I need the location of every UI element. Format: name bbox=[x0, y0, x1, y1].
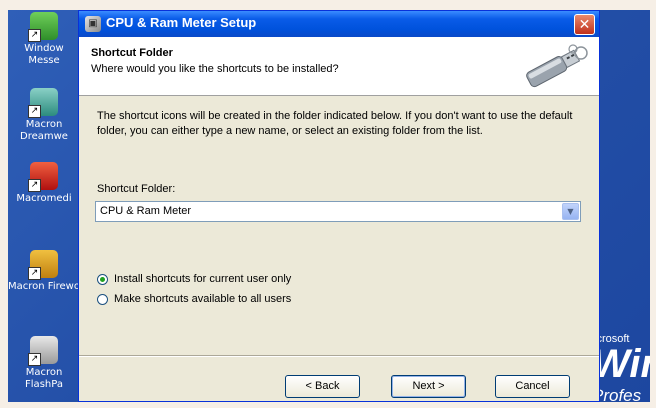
desktop-icon-label: Macron FlashPa bbox=[25, 367, 63, 390]
msn-icon: ↗ bbox=[28, 12, 58, 42]
flash-icon: ↗ bbox=[28, 162, 58, 192]
radio-label: Make shortcuts available to all users bbox=[114, 293, 292, 305]
dialog-header: Shortcut Folder Where would you like the… bbox=[79, 37, 599, 96]
header-title: Shortcut Folder bbox=[91, 47, 173, 59]
window-title: CPU & Ram Meter Setup bbox=[106, 15, 257, 30]
windows-xp-branding: icrosoft Win Profes bbox=[592, 328, 650, 402]
header-subtitle: Where would you like the shortcuts to be… bbox=[91, 63, 339, 75]
title-bar[interactable]: ▣ CPU & Ram Meter Setup ✕ bbox=[79, 11, 599, 37]
radio-unselected-icon bbox=[97, 293, 108, 305]
screenshot-frame: ↗ Window Messe ↗ Macron Dreamwe ↗ Macrom… bbox=[8, 10, 650, 402]
desktop-icon-messenger[interactable]: ↗ Window Messe bbox=[8, 12, 80, 67]
desktop-icon-flash[interactable]: ↗ Macromedi bbox=[8, 162, 80, 205]
branding-line-2: Win bbox=[592, 342, 650, 386]
desktop-icon-fireworks[interactable]: ↗ Macron Firewo bbox=[8, 250, 80, 293]
usb-drive-image bbox=[526, 44, 588, 88]
radio-all-users[interactable]: Make shortcuts available to all users bbox=[97, 293, 291, 305]
setup-icon: ▣ bbox=[85, 16, 101, 32]
desktop-icon-label: Macromedi bbox=[16, 193, 72, 204]
close-button[interactable]: ✕ bbox=[574, 14, 595, 35]
desktop-icon-dreamweaver[interactable]: ↗ Macron Dreamwe bbox=[8, 88, 80, 143]
shortcut-folder-value: CPU & Ram Meter bbox=[100, 205, 192, 217]
desktop-icon-label: Macron Dreamwe bbox=[20, 119, 68, 142]
desktop-icon-label: Window Messe bbox=[24, 43, 64, 66]
desktop-icon-label: Macron Firewo bbox=[8, 281, 80, 292]
radio-selected-icon bbox=[97, 273, 108, 285]
footer-divider bbox=[79, 355, 599, 357]
next-button[interactable]: Next > bbox=[391, 375, 466, 398]
shortcut-folder-label: Shortcut Folder: bbox=[97, 183, 176, 195]
cancel-button[interactable]: Cancel bbox=[495, 375, 570, 398]
chevron-down-icon[interactable]: ▼ bbox=[562, 203, 579, 220]
dreamweaver-icon: ↗ bbox=[28, 88, 58, 118]
description-text: The shortcut icons will be created in th… bbox=[97, 110, 573, 137]
desktop-icon-flashpaper[interactable]: ↗ Macron FlashPa bbox=[8, 336, 80, 391]
shortcut-folder-combobox[interactable]: CPU & Ram Meter ▼ bbox=[95, 201, 581, 222]
flashpaper-icon: ↗ bbox=[28, 336, 58, 366]
fireworks-icon: ↗ bbox=[28, 250, 58, 280]
setup-dialog: ▣ CPU & Ram Meter Setup ✕ Shortcut Folde… bbox=[78, 10, 600, 402]
back-button[interactable]: < Back bbox=[285, 375, 360, 398]
radio-current-user[interactable]: Install shortcuts for current user only bbox=[97, 273, 291, 285]
radio-label: Install shortcuts for current user only bbox=[114, 273, 292, 285]
